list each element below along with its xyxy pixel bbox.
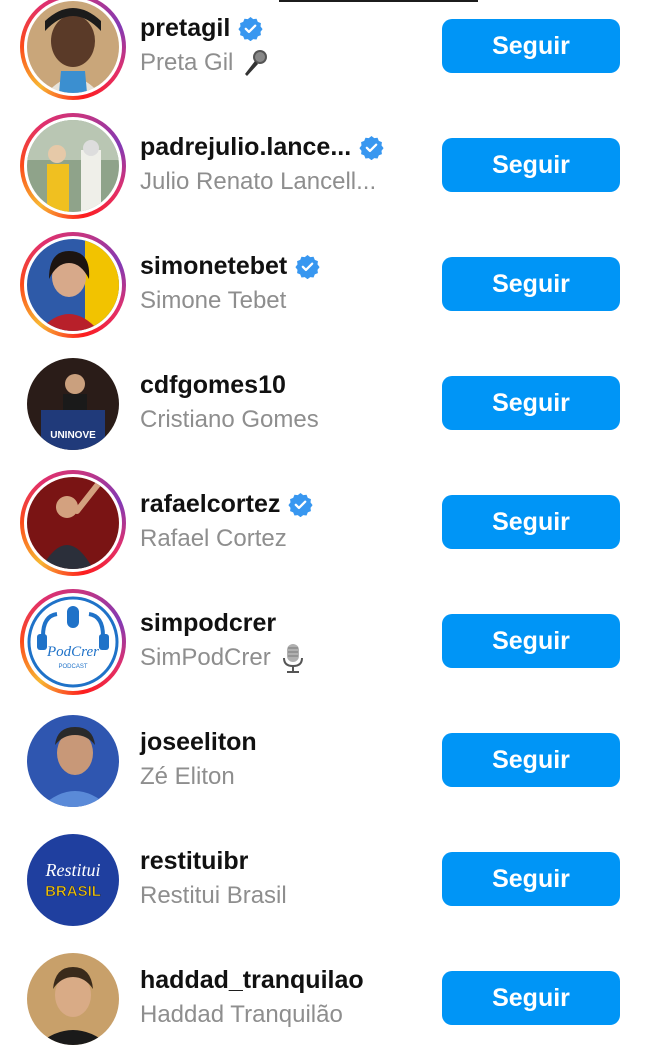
- username-text: rafaelcortez: [140, 489, 281, 518]
- avatar[interactable]: [20, 232, 126, 338]
- full-name: Haddad Tranquilão: [140, 999, 364, 1031]
- list-item: joseeliton Zé Eliton Seguir: [0, 702, 646, 821]
- list-item: rafaelcortez Rafael Cortez Seguir: [0, 464, 646, 583]
- username[interactable]: pretagil: [140, 12, 271, 44]
- avatar-text: UNINOVE: [50, 430, 96, 441]
- follow-button[interactable]: Seguir: [442, 19, 620, 73]
- list-item: haddad_tranquilao Haddad Tranquilão Segu…: [0, 940, 646, 1059]
- username-text: cdfgomes10: [140, 370, 286, 399]
- full-name: Zé Eliton: [140, 761, 257, 793]
- follow-button[interactable]: Seguir: [442, 733, 620, 787]
- avatar[interactable]: [20, 0, 126, 100]
- verified-badge-icon: [359, 135, 384, 160]
- full-name-text: SimPodCrer: [140, 644, 271, 671]
- list-item: pretagil Preta Gil Seguir: [0, 0, 646, 107]
- full-name-text: Julio Renato Lancell...: [140, 168, 377, 195]
- username[interactable]: haddad_tranquilao: [140, 964, 364, 996]
- full-name-text: Restitui Brasil: [140, 882, 287, 909]
- avatar-subtext: PODCAST: [58, 664, 87, 670]
- full-name: Rafael Cortez: [140, 523, 313, 555]
- verified-badge-icon: [288, 492, 313, 517]
- username-text: simpodcrer: [140, 608, 277, 637]
- username[interactable]: rafaelcortez: [140, 488, 313, 520]
- full-name: Cristiano Gomes: [140, 404, 319, 436]
- username[interactable]: padrejulio.lance...: [140, 131, 384, 163]
- full-name-text: Preta Gil: [140, 49, 234, 76]
- full-name-text: Cristiano Gomes: [140, 406, 319, 433]
- verified-badge-icon: [295, 254, 320, 279]
- username-text: padrejulio.lance...: [140, 132, 352, 161]
- avatar[interactable]: [20, 113, 126, 219]
- list-item: simonetebet Simone Tebet Seguir: [0, 226, 646, 345]
- full-name: Simone Tebet: [140, 285, 320, 317]
- follow-button[interactable]: Seguir: [442, 614, 620, 668]
- full-name: Julio Renato Lancell...: [140, 166, 384, 198]
- avatar-subtext: BRASIL: [45, 883, 101, 900]
- avatar[interactable]: [20, 470, 126, 576]
- verified-badge-icon: [238, 16, 263, 41]
- username[interactable]: simonetebet: [140, 250, 320, 282]
- username-text: haddad_tranquilao: [140, 965, 364, 994]
- avatar[interactable]: [20, 946, 126, 1052]
- username[interactable]: restituibr: [140, 845, 287, 877]
- list-item: padrejulio.lance... Julio Renato Lancell…: [0, 107, 646, 226]
- username-text: simonetebet: [140, 251, 288, 280]
- list-item: UNINOVE cdfgomes10 Cristiano Gomes Segui…: [0, 345, 646, 464]
- avatar[interactable]: UNINOVE: [20, 351, 126, 457]
- follow-button[interactable]: Seguir: [442, 971, 620, 1025]
- username-text: restituibr: [140, 846, 249, 875]
- follow-button[interactable]: Seguir: [442, 257, 620, 311]
- full-name: Preta Gil: [140, 47, 271, 79]
- avatar[interactable]: [20, 708, 126, 814]
- username[interactable]: joseeliton: [140, 726, 257, 758]
- follow-button[interactable]: Seguir: [442, 495, 620, 549]
- avatar-text: PodCrer: [46, 644, 99, 660]
- avatar[interactable]: Restitui BRASIL: [20, 827, 126, 933]
- list-item: Restitui BRASIL restituibr Restitui Brasi…: [0, 821, 646, 940]
- studio-microphone-emoji-icon: [282, 644, 303, 673]
- username-text: pretagil: [140, 13, 231, 42]
- follow-button[interactable]: Seguir: [442, 376, 620, 430]
- full-name-text: Rafael Cortez: [140, 525, 287, 552]
- username[interactable]: simpodcrer: [140, 607, 309, 639]
- microphone-emoji-icon: [245, 50, 268, 76]
- follow-button[interactable]: Seguir: [442, 852, 620, 906]
- username[interactable]: cdfgomes10: [140, 369, 319, 401]
- username-text: joseeliton: [140, 727, 257, 756]
- list-item: PodCrer PODCAST simpodcrer SimPodCrer Seg…: [0, 583, 646, 702]
- avatar-text: Restitui: [45, 860, 101, 880]
- full-name-text: Zé Eliton: [140, 763, 235, 790]
- full-name: Restitui Brasil: [140, 880, 287, 912]
- avatar[interactable]: PodCrer PODCAST: [20, 589, 126, 695]
- follow-button[interactable]: Seguir: [442, 138, 620, 192]
- full-name: SimPodCrer: [140, 642, 309, 674]
- full-name-text: Haddad Tranquilão: [140, 1001, 343, 1028]
- full-name-text: Simone Tebet: [140, 287, 287, 314]
